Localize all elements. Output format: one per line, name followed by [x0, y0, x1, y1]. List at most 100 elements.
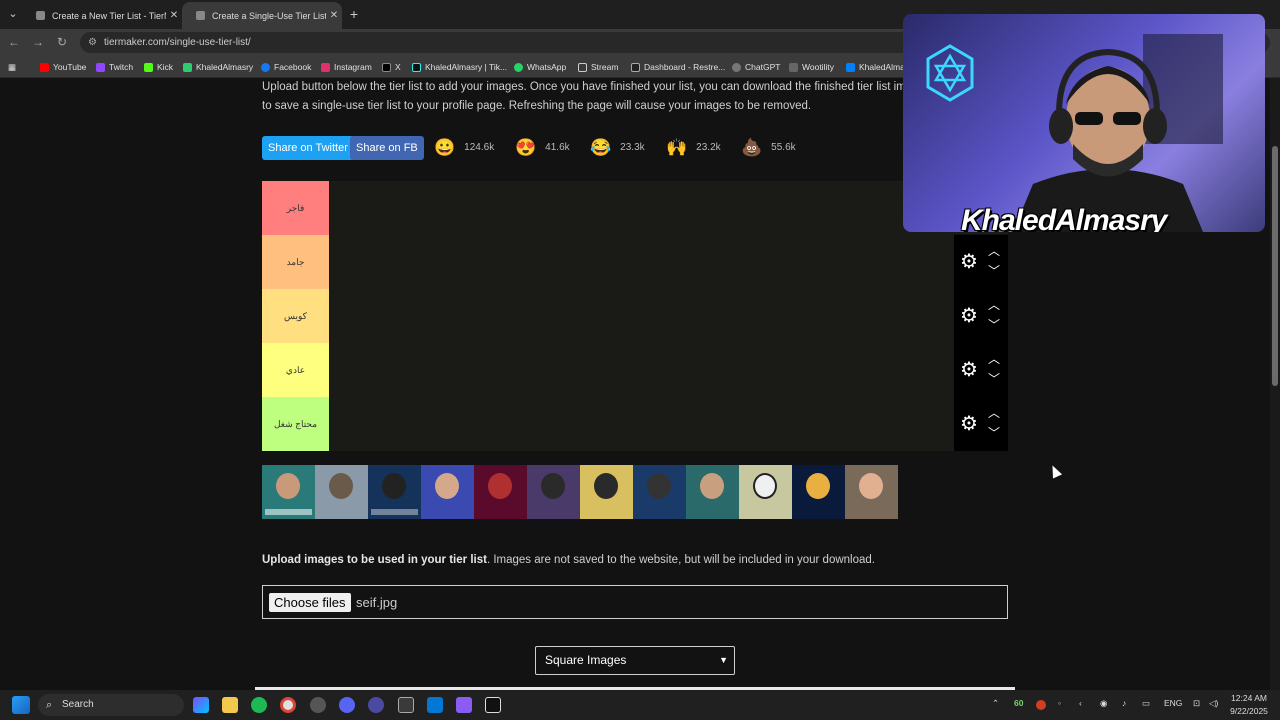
tier-image-tile[interactable]	[315, 465, 368, 519]
bookmark-facebook[interactable]: Facebook	[261, 60, 311, 74]
kick-icon	[144, 62, 153, 72]
close-tab-icon[interactable]: ✕	[326, 10, 342, 21]
bookmark-stream[interactable]: Stream	[578, 60, 618, 74]
reaction-grin[interactable]: 😀 124.6k	[434, 136, 494, 160]
taskbar-clock[interactable]: 12:24 AM 9/22/2025	[1224, 692, 1274, 718]
tier-image-tile[interactable]	[633, 465, 686, 519]
avatar	[435, 473, 459, 499]
windows-start-icon[interactable]	[12, 696, 30, 714]
file-explorer-icon[interactable]	[222, 697, 238, 713]
spotify-icon[interactable]	[251, 697, 267, 713]
tier-drop-area[interactable]	[329, 343, 954, 397]
chevron-up-icon[interactable]: ︿	[988, 407, 1000, 419]
tier-label[interactable]: فاجر	[262, 181, 329, 235]
bookmark-youtube[interactable]: YouTube	[40, 60, 86, 74]
app-icon[interactable]	[456, 697, 472, 713]
keyboard-icon[interactable]: ▭	[1142, 698, 1150, 709]
taskbar-search[interactable]: ⌕ Search	[38, 694, 184, 716]
close-tab-icon[interactable]: ✕	[166, 10, 182, 21]
discord-icon[interactable]	[339, 697, 355, 713]
chevron-down-icon[interactable]: ﹀	[988, 265, 1000, 277]
app-icon[interactable]	[485, 697, 501, 713]
store-icon[interactable]	[427, 697, 443, 713]
chevron-up-icon[interactable]: ︿	[988, 299, 1000, 311]
tier-image-tile[interactable]	[739, 465, 792, 519]
site-info-icon[interactable]: ⚙	[88, 32, 97, 53]
tab-single-use-tier-list[interactable]: Create a Single-Use Tier List (Pic ✕	[182, 2, 342, 29]
discord-tray-icon[interactable]: ◉	[1100, 698, 1107, 709]
tier-image-tile[interactable]	[792, 465, 845, 519]
app-icon[interactable]	[398, 697, 414, 713]
page-scrollbar[interactable]	[1270, 78, 1280, 690]
chevron-down-icon[interactable]: ﹀	[988, 373, 1000, 385]
copilot-icon[interactable]	[193, 697, 209, 713]
bookmark-tiktok[interactable]: KhaledAlmasry | Tik...	[412, 60, 507, 74]
tier-drop-area[interactable]	[329, 235, 954, 289]
bookmark-chatgpt[interactable]: ChatGPT	[732, 60, 780, 74]
language-indicator[interactable]: ENG	[1164, 698, 1182, 708]
reload-icon[interactable]: ↻	[53, 33, 71, 51]
apps-grid-icon[interactable]: ▦	[8, 60, 16, 74]
bookmark-x[interactable]: X	[382, 60, 401, 74]
site-icon	[183, 62, 192, 72]
chevron-down-icon[interactable]: ﹀	[988, 319, 1000, 331]
chevron-down-icon[interactable]: ﹀	[988, 427, 1000, 439]
bookmark-twitch[interactable]: Twitch	[96, 60, 133, 74]
reaction-poop[interactable]: 💩 55.6k	[741, 136, 796, 160]
tab-search-button[interactable]: ⌄	[4, 5, 22, 23]
tier-image-tile[interactable]	[262, 465, 315, 519]
chevron-up-icon[interactable]: ⌃	[992, 698, 999, 709]
chevron-up-icon[interactable]: ︿	[988, 353, 1000, 365]
bookmark-restream[interactable]: Dashboard - Restre...	[631, 60, 725, 74]
tier-image-tile[interactable]	[845, 465, 898, 519]
tier-drop-area[interactable]	[329, 397, 954, 451]
tier-image-tile[interactable]	[580, 465, 633, 519]
bookmark-label: KhaledAlmasry | Tik...	[425, 62, 508, 72]
reaction-heart-eyes[interactable]: 😍 41.6k	[515, 136, 570, 160]
tier-label[interactable]: عادي	[262, 343, 329, 397]
image-shape-select[interactable]: Square Images ▼	[535, 646, 735, 675]
tier-drop-area[interactable]	[329, 289, 954, 343]
tab-tiermaker-new[interactable]: Create a New Tier List - TierMaker ✕	[22, 2, 182, 29]
file-upload-field[interactable]: Choose files seif.jpg	[262, 585, 1008, 619]
share-fb-button[interactable]: Share on FB	[350, 136, 424, 160]
new-tab-button[interactable]: +	[345, 5, 363, 23]
tier-image-tile[interactable]	[527, 465, 580, 519]
tier-image-tile[interactable]	[421, 465, 474, 519]
volume-icon[interactable]: ◁)	[1209, 698, 1218, 709]
choose-files-button[interactable]: Choose files	[269, 593, 351, 612]
tier-image-tile[interactable]	[368, 465, 421, 519]
bookmark-whatsapp[interactable]: WhatsApp	[514, 60, 566, 74]
scrollbar-thumb[interactable]	[1272, 146, 1278, 386]
bookmark-kick[interactable]: Kick	[144, 60, 173, 74]
app-tray-icon[interactable]: ◦	[1058, 698, 1061, 708]
tier-label[interactable]: محتاج شغل	[262, 397, 329, 451]
microphone-icon[interactable]: ♪	[1122, 698, 1126, 708]
chrome-icon[interactable]	[280, 697, 296, 713]
back-icon[interactable]: ←	[5, 33, 23, 51]
tier-image-tile[interactable]	[474, 465, 527, 519]
bookmark-khaledalmasry[interactable]: KhaledAlmasry	[183, 60, 253, 74]
chevron-up-icon[interactable]: ︿	[988, 245, 1000, 257]
tier-label[interactable]: جامد	[262, 235, 329, 289]
network-icon[interactable]: ⊡	[1193, 698, 1200, 709]
tier-row: عادي ⚙ ︿ ﹀	[262, 343, 1008, 397]
settings-gear-icon[interactable]: ⚙	[960, 305, 978, 327]
obs-icon[interactable]	[310, 697, 326, 713]
settings-gear-icon[interactable]: ⚙	[960, 251, 978, 273]
bookmark-wootility[interactable]: Wootility	[789, 60, 834, 74]
bookmark-label: Kick	[157, 62, 174, 72]
reaction-raised-hands[interactable]: 🙌 23.2k	[666, 136, 721, 160]
bookmark-instagram[interactable]: Instagram	[321, 60, 372, 74]
forward-icon[interactable]: →	[29, 33, 47, 51]
app-tray-icon[interactable]: ‹	[1079, 698, 1082, 708]
tier-image-tile[interactable]	[686, 465, 739, 519]
share-twitter-button[interactable]: Share on Twitter	[262, 136, 354, 160]
tier-label[interactable]: كويس	[262, 289, 329, 343]
settings-gear-icon[interactable]: ⚙	[960, 413, 978, 435]
app-icon[interactable]	[368, 697, 384, 713]
settings-gear-icon[interactable]: ⚙	[960, 359, 978, 381]
tier-drop-area[interactable]	[329, 181, 954, 235]
reaction-laugh[interactable]: 😂 23.3k	[590, 136, 645, 160]
record-icon[interactable]	[1036, 700, 1046, 710]
